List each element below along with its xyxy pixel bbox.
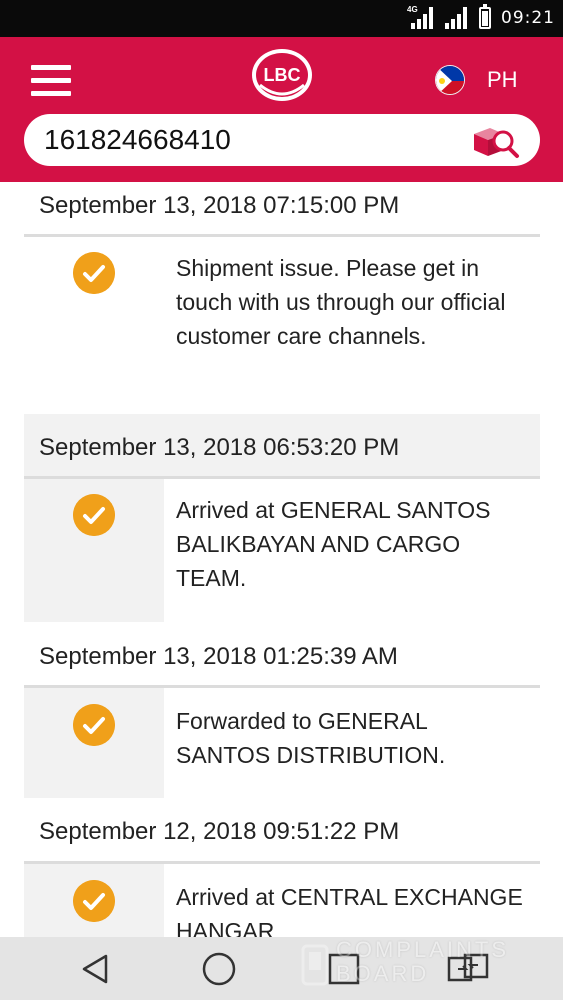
home-circle-icon[interactable] [201, 951, 237, 987]
tracking-date: September 12, 2018 09:51:22 PM [39, 818, 400, 845]
status-icon-cell [24, 864, 164, 937]
switch-apps-icon[interactable] [446, 952, 490, 986]
tracking-entry: September 13, 2018 06:53:20 PM Arrived a… [24, 414, 540, 622]
tracking-search-bar [24, 114, 540, 166]
check-circle-icon [73, 880, 115, 922]
hamburger-menu-icon[interactable] [31, 65, 71, 97]
status-time: 09:21 [501, 8, 555, 28]
status-icon-cell [24, 688, 164, 798]
signal-4g-icon: 4G [407, 5, 437, 29]
tracking-entry: September 13, 2018 07:15:00 PM Shipment … [24, 182, 540, 414]
tracking-date-row: September 13, 2018 06:53:20 PM [24, 414, 540, 479]
tracking-entry: September 13, 2018 01:25:39 AM Forwarded… [24, 622, 540, 798]
check-circle-icon [73, 494, 115, 536]
tracking-detail-row: Forwarded to GENERAL SANTOS DISTRIBUTION… [24, 688, 540, 798]
status-icon-cell [24, 237, 164, 414]
tracking-number-input[interactable] [44, 122, 464, 158]
recents-square-icon[interactable] [327, 952, 361, 986]
tracking-date-row: September 12, 2018 09:51:22 PM [24, 798, 540, 864]
tracking-date-row: September 13, 2018 01:25:39 AM [24, 622, 540, 688]
check-circle-icon [73, 704, 115, 746]
tracking-description: Arrived at CENTRAL EXCHANGE HANGAR [176, 884, 523, 937]
signal-icon [443, 7, 473, 29]
status-bar: 4G 09:21 [0, 0, 563, 37]
app-header: LBC PH [0, 37, 563, 182]
tracking-description: Forwarded to GENERAL SANTOS DISTRIBUTION… [176, 708, 446, 768]
navigation-bar [0, 937, 563, 1000]
tracking-date: September 13, 2018 01:25:39 AM [39, 643, 398, 670]
tracking-detail-row: Arrived at GENERAL SANTOS BALIKBAYAN AND… [24, 479, 540, 622]
status-icon-cell [24, 479, 164, 622]
tracking-date: September 13, 2018 06:53:20 PM [39, 434, 400, 461]
tracking-date: September 13, 2018 07:15:00 PM [39, 192, 400, 219]
lbc-logo[interactable]: LBC [248, 45, 316, 105]
tracking-history: September 13, 2018 07:15:00 PM Shipment … [0, 182, 563, 937]
network-type-label: 4G [407, 5, 418, 14]
back-triangle-icon[interactable] [80, 953, 112, 985]
status-icons: 4G 09:21 [407, 4, 555, 30]
philippines-flag-icon[interactable] [435, 65, 465, 95]
tracking-description: Shipment issue. Please get in touch with… [176, 255, 506, 349]
tracking-entry: September 12, 2018 09:51:22 PM Arrived a… [24, 798, 540, 937]
tracking-detail-row: Shipment issue. Please get in touch with… [24, 237, 540, 414]
country-code[interactable]: PH [487, 67, 518, 93]
tracking-detail-row: Arrived at CENTRAL EXCHANGE HANGAR [24, 864, 540, 937]
battery-icon [479, 4, 491, 29]
tracking-description: Arrived at GENERAL SANTOS BALIKBAYAN AND… [176, 497, 491, 591]
package-search-icon[interactable] [470, 120, 522, 160]
logo-text: LBC [264, 65, 301, 85]
tracking-date-row: September 13, 2018 07:15:00 PM [24, 182, 540, 237]
check-circle-icon [73, 252, 115, 294]
